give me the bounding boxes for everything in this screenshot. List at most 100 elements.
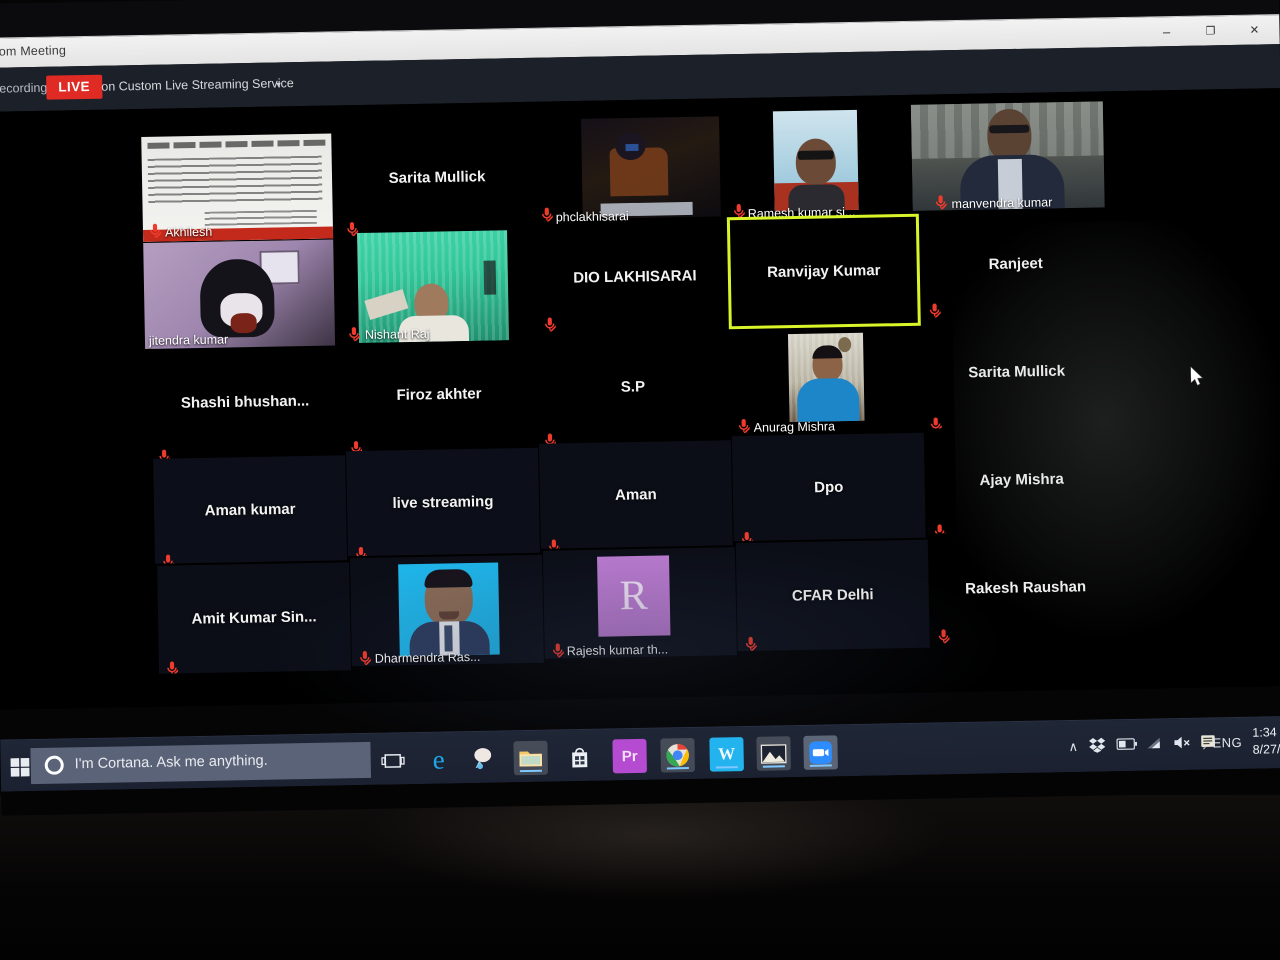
active-indicator xyxy=(762,765,785,768)
wifi-icon[interactable] xyxy=(1146,736,1163,753)
mic-muted-icon xyxy=(348,326,361,342)
cortana-icon xyxy=(44,755,64,775)
clock-date: 8/27/2( xyxy=(1252,742,1280,757)
participant-name: Aman xyxy=(614,485,657,504)
participant-name: jitendra kumar xyxy=(148,332,229,348)
participant-name: Ranvijay Kumar xyxy=(766,261,881,282)
video-thumbnail xyxy=(357,230,510,344)
participant-tile[interactable]: jitendra kumar xyxy=(141,236,337,350)
active-indicator xyxy=(809,764,832,767)
participant-tile[interactable]: live streaming xyxy=(346,447,540,557)
maximize-button[interactable]: ❐ xyxy=(1189,16,1232,47)
participant-name: Ajay Mishra xyxy=(979,470,1064,489)
participant-name: Sarita Mullick xyxy=(388,168,486,187)
participant-tile[interactable]: Akhilesh xyxy=(139,120,335,242)
participant-tile[interactable]: DIO LAKHISARAI xyxy=(538,220,732,333)
avatar: R xyxy=(597,555,671,637)
system-tray: ∧ ENG 1:34 8/27/2( xyxy=(1060,721,1280,773)
participant-tile[interactable]: Amit Kumar Sin... xyxy=(157,562,352,674)
mic-muted-icon xyxy=(544,432,557,444)
video-thumbnail xyxy=(772,109,859,212)
mic-muted-icon xyxy=(162,553,175,564)
live-badge[interactable]: LIVE xyxy=(46,74,103,100)
participant-name: Rakesh Raushan xyxy=(965,578,1087,598)
window-title: oom Meeting xyxy=(0,43,67,59)
file-explorer-icon[interactable] xyxy=(513,740,548,776)
dropbox-icon[interactable] xyxy=(1088,736,1106,756)
participant-tile[interactable]: Ramesh kumar si... xyxy=(729,103,923,224)
mouse-cursor xyxy=(1190,366,1203,386)
show-hidden-icons-chevron[interactable]: ∧ xyxy=(1068,739,1078,755)
participant-name: DIO LAKHISARAI xyxy=(573,267,697,287)
participant-tile[interactable]: Sarita Mullick xyxy=(340,117,534,238)
participant-tile[interactable]: Firoz akhter xyxy=(342,338,536,452)
mic-muted-icon xyxy=(149,223,162,238)
participant-tile[interactable]: Rakesh Raushan xyxy=(929,532,1123,644)
participant-tile[interactable]: Aman kumar xyxy=(153,455,348,564)
laptop-screen: oom Meeting – ❐ × Recording LIVE on Cust… xyxy=(0,0,1280,816)
premiere-pro-icon[interactable]: Pr xyxy=(612,738,647,774)
participant-name: Shashi bhushan... xyxy=(180,392,310,412)
participant-name: S.P xyxy=(620,378,646,396)
close-button[interactable]: × xyxy=(1233,15,1276,46)
mic-muted-icon xyxy=(933,523,946,534)
mic-muted-icon xyxy=(733,203,745,219)
participant-name: Anurag Mishra xyxy=(753,419,836,435)
mic-muted-icon xyxy=(359,650,371,666)
mic-muted-icon xyxy=(541,206,553,222)
volume-muted-icon[interactable] xyxy=(1173,735,1192,753)
streaming-service-label: on Custom Live Streaming Service xyxy=(101,76,294,94)
mic-muted-icon xyxy=(744,636,757,652)
participant-tile[interactable]: Nishant Raj xyxy=(342,228,536,344)
clock[interactable]: 1:34 P 8/27/2( xyxy=(1252,724,1280,759)
participant-name: Dpo xyxy=(814,478,844,496)
laptop-body: hp xyxy=(0,795,1280,960)
task-view-button[interactable] xyxy=(376,743,411,778)
mic-muted-icon xyxy=(737,418,750,434)
participant-name: Rajesh kumar th... xyxy=(566,642,669,659)
participant-tile[interactable]: Sarita Mullick xyxy=(920,315,1114,429)
language-indicator[interactable]: ENG xyxy=(1212,735,1242,751)
participant-tile[interactable]: Shashi bhushan... xyxy=(148,345,342,459)
battery-icon[interactable] xyxy=(1116,738,1137,753)
participant-name: live streaming xyxy=(392,492,494,512)
chrome-icon[interactable] xyxy=(660,737,695,773)
mic-muted-icon xyxy=(930,416,942,429)
clock-time: 1:34 P xyxy=(1252,725,1280,740)
paint-3d-icon[interactable] xyxy=(467,741,502,776)
mic-muted-icon xyxy=(166,660,179,674)
participant-tile[interactable]: Ranjeet xyxy=(919,206,1113,321)
avatar-initial: R xyxy=(619,572,649,620)
minimize-button[interactable]: – xyxy=(1145,17,1188,48)
participant-name: Sarita Mullick xyxy=(968,362,1066,382)
recording-label: Recording xyxy=(0,80,48,96)
mic-muted-icon xyxy=(741,531,753,542)
microsoft-store-icon[interactable] xyxy=(562,740,597,775)
video-thumbnail xyxy=(398,562,500,657)
participant-tile[interactable]: Ajay Mishra xyxy=(925,425,1119,534)
active-indicator xyxy=(520,769,542,773)
participant-tile[interactable]: Dpo xyxy=(731,432,926,542)
participant-name: Akhilesh xyxy=(164,224,213,240)
participant-name: Firoz akhter xyxy=(396,385,482,404)
chevron-down-icon[interactable]: ▾ xyxy=(276,79,281,90)
participant-name: CFAR Delhi xyxy=(791,586,874,605)
video-thumbnail xyxy=(787,332,865,423)
zoom-icon[interactable] xyxy=(803,735,838,770)
participant-name: Amit Kumar Sin... xyxy=(191,608,317,628)
participant-tile[interactable]: Dharmendra Ras... xyxy=(349,554,544,667)
participant-tile[interactable]: manvendra kumar xyxy=(910,93,1109,215)
cortana-search-box[interactable]: I'm Cortana. Ask me anything. xyxy=(30,741,372,785)
participant-tile[interactable]: CFAR Delhi xyxy=(735,539,930,652)
vmix-icon[interactable]: W xyxy=(709,737,744,772)
edge-icon[interactable]: e xyxy=(421,742,456,777)
cortana-placeholder: I'm Cortana. Ask me anything. xyxy=(74,752,268,773)
participant-tile[interactable]: S.P xyxy=(536,330,730,444)
participant-tile[interactable]: R Rajesh kumar th... xyxy=(542,547,737,659)
participant-name: Ranjeet xyxy=(988,254,1043,273)
participant-tile[interactable]: Anurag Mishra xyxy=(728,323,922,436)
participant-tile[interactable]: Aman xyxy=(538,440,733,549)
participant-tile[interactable]: phclakhisarai xyxy=(536,108,730,229)
participant-tile-active-speaker[interactable]: Ranvijay Kumar xyxy=(726,213,921,330)
photos-icon[interactable] xyxy=(756,736,791,771)
